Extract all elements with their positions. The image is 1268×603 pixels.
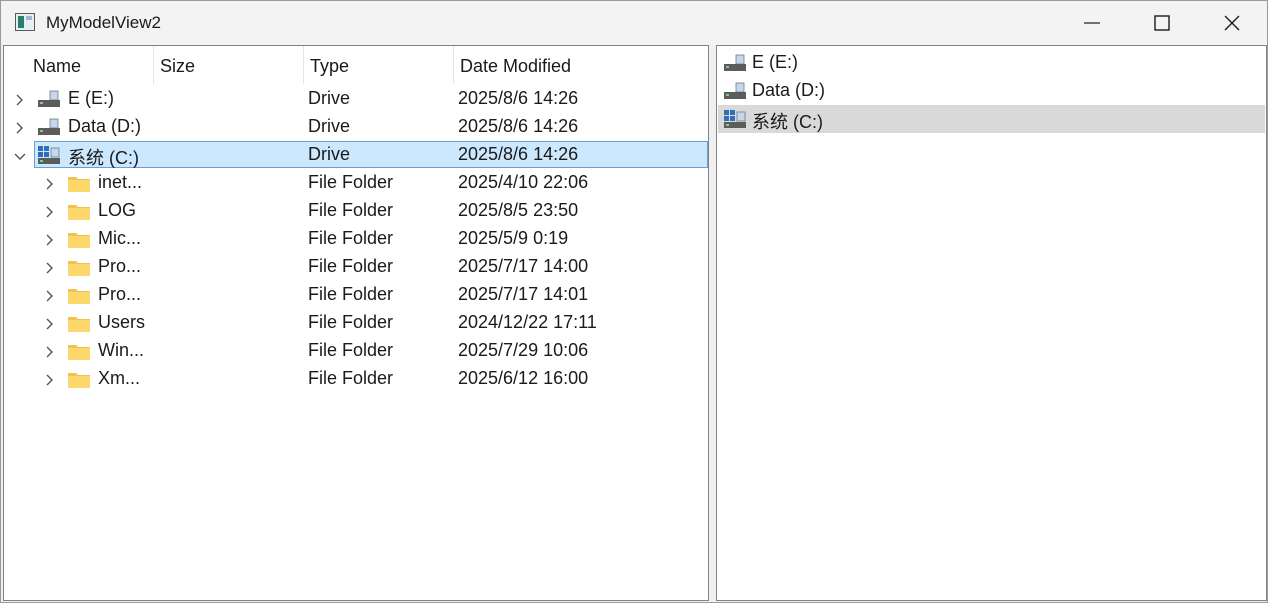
windows-drive-icon	[37, 145, 61, 165]
drive-icon	[37, 89, 61, 109]
tree-row[interactable]: Mic... File Folder 2025/5/9 0:19	[4, 225, 708, 253]
row-type: File Folder	[308, 368, 394, 388]
chevron-right-icon[interactable]	[44, 315, 56, 330]
row-name: LOG	[98, 200, 137, 220]
list-item-name: E (E:)	[752, 52, 799, 72]
tree-row[interactable]: 系统 (C:) Drive 2025/8/6 14:26	[4, 141, 708, 169]
windows-drive-icon	[723, 109, 747, 129]
row-type: File Folder	[308, 256, 394, 276]
tree-row[interactable]: Win... File Folder 2025/7/29 10:06	[4, 337, 708, 365]
column-header-date[interactable]: Date Modified	[454, 46, 708, 84]
row-date: 2025/8/6 14:26	[458, 144, 579, 164]
row-type: Drive	[308, 116, 351, 136]
folder-icon	[67, 229, 91, 249]
folder-icon	[67, 201, 91, 221]
title-bar[interactable]: MyModelView2	[1, 1, 1267, 45]
row-name: Xm...	[98, 368, 141, 388]
folder-icon	[67, 285, 91, 305]
chevron-right-icon[interactable]	[44, 343, 56, 358]
column-header-name[interactable]: Name	[26, 46, 154, 84]
tree-view[interactable]: Name Size Type Date Modified E (E:) Drive…	[3, 45, 709, 601]
folder-icon	[67, 257, 91, 277]
row-name: Mic...	[98, 228, 141, 248]
folder-icon	[67, 313, 91, 333]
column-header-type[interactable]: Type	[304, 46, 454, 84]
maximize-button[interactable]	[1127, 1, 1197, 45]
row-type: File Folder	[308, 284, 394, 304]
app-icon	[15, 13, 35, 31]
list-view[interactable]: E (E:) Data (D:) 系统 (C:)	[716, 45, 1267, 601]
tree-row[interactable]: LOG File Folder 2025/8/5 23:50	[4, 197, 708, 225]
row-date: 2025/7/17 14:00	[458, 256, 589, 276]
row-name: E (E:)	[68, 88, 115, 108]
row-date: 2024/12/22 17:11	[458, 312, 597, 332]
window-title: MyModelView2	[46, 13, 161, 32]
chevron-right-icon[interactable]	[14, 91, 26, 106]
column-header: Name Size Type Date Modified	[4, 46, 708, 84]
row-type: Drive	[308, 88, 351, 108]
chevron-right-icon[interactable]	[44, 175, 56, 190]
list-item-name: 系统 (C:)	[752, 112, 823, 132]
row-date: 2025/5/9 0:19	[458, 228, 569, 248]
row-date: 2025/6/12 16:00	[458, 368, 589, 388]
chevron-right-icon[interactable]	[14, 119, 26, 134]
list-item[interactable]: Data (D:)	[718, 77, 1265, 105]
row-type: File Folder	[308, 228, 394, 248]
row-date: 2025/7/29 10:06	[458, 340, 589, 360]
chevron-right-icon[interactable]	[44, 371, 56, 386]
row-type: File Folder	[308, 200, 394, 220]
row-date: 2025/8/5 23:50	[458, 200, 579, 220]
tree-row[interactable]: E (E:) Drive 2025/8/6 14:26	[4, 85, 708, 113]
tree-row[interactable]: Pro... File Folder 2025/7/17 14:01	[4, 281, 708, 309]
row-date: 2025/8/6 14:26	[458, 116, 579, 136]
row-date: 2025/7/17 14:01	[458, 284, 589, 304]
close-button[interactable]	[1197, 1, 1267, 45]
list-item-name: Data (D:)	[752, 80, 826, 100]
folder-icon	[67, 369, 91, 389]
chevron-right-icon[interactable]	[44, 287, 56, 302]
row-name: 系统 (C:)	[68, 148, 139, 168]
row-type: Drive	[308, 144, 351, 164]
row-date: 2025/4/10 22:06	[458, 172, 589, 192]
app-window: MyModelView2 Name Size Type Date Modifie…	[0, 0, 1268, 603]
tree-row[interactable]: Xm... File Folder 2025/6/12 16:00	[4, 365, 708, 393]
row-date: 2025/8/6 14:26	[458, 88, 579, 108]
row-type: File Folder	[308, 340, 394, 360]
row-name: Win...	[98, 340, 145, 360]
drive-icon	[723, 81, 747, 101]
chevron-right-icon[interactable]	[44, 259, 56, 274]
minimize-icon	[1084, 22, 1100, 24]
tree-row[interactable]: Pro... File Folder 2025/7/17 14:00	[4, 253, 708, 281]
tree-row[interactable]: inet... File Folder 2025/4/10 22:06	[4, 169, 708, 197]
folder-icon	[67, 341, 91, 361]
tree-row[interactable]: Data (D:) Drive 2025/8/6 14:26	[4, 113, 708, 141]
list-item[interactable]: 系统 (C:)	[718, 105, 1265, 133]
drive-icon	[37, 117, 61, 137]
close-icon	[1224, 15, 1240, 31]
row-name: inet...	[98, 172, 143, 192]
folder-icon	[67, 173, 91, 193]
column-header-size[interactable]: Size	[154, 46, 304, 84]
row-type: File Folder	[308, 312, 394, 332]
row-type: File Folder	[308, 172, 394, 192]
row-name: Users	[98, 312, 146, 332]
drive-icon	[723, 53, 747, 73]
chevron-down-icon[interactable]	[14, 147, 26, 161]
list-item[interactable]: E (E:)	[718, 49, 1265, 77]
row-name: Pro...	[98, 284, 142, 304]
tree-row[interactable]: Users File Folder 2024/12/22 17:11	[4, 309, 708, 337]
row-name: Data (D:)	[68, 116, 142, 136]
chevron-right-icon[interactable]	[44, 231, 56, 246]
minimize-button[interactable]	[1057, 1, 1127, 45]
maximize-icon	[1154, 15, 1170, 31]
row-name: Pro...	[98, 256, 142, 276]
chevron-right-icon[interactable]	[44, 203, 56, 218]
